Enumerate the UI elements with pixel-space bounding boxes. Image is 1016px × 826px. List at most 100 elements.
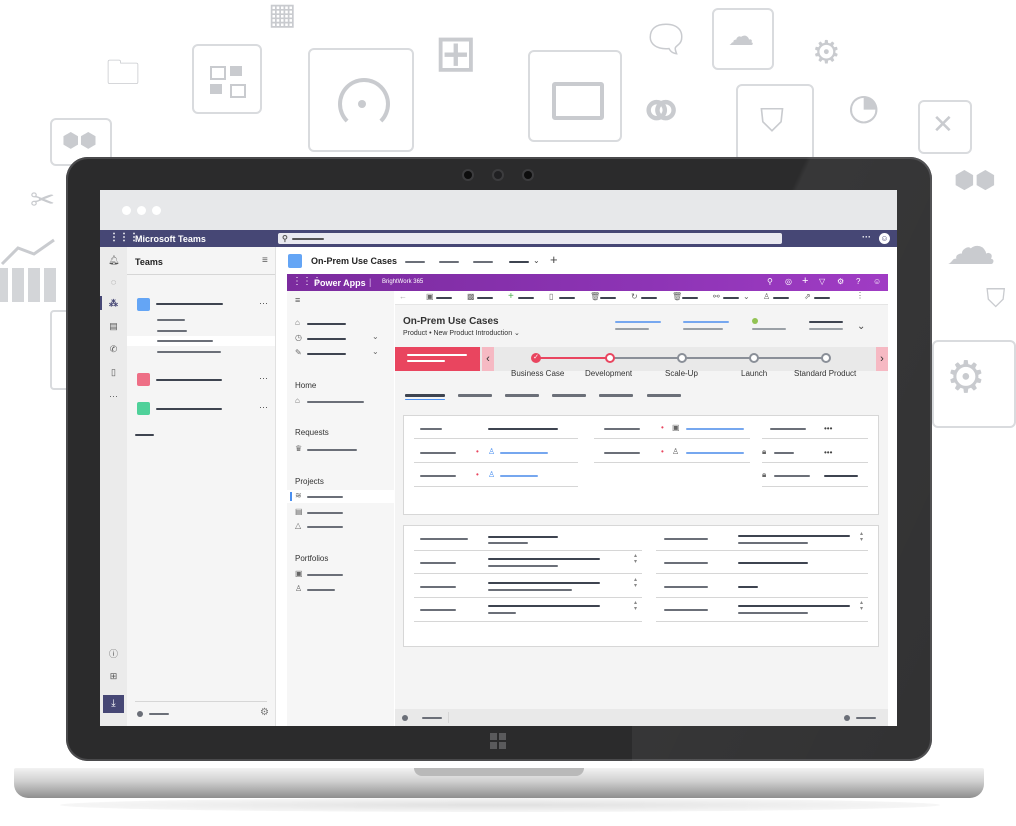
text-area-line[interactable] xyxy=(488,565,558,567)
toolbar-button-label[interactable] xyxy=(773,297,789,299)
form-tab[interactable] xyxy=(647,394,681,397)
bell-icon[interactable]: 🔔︎ xyxy=(108,255,119,266)
document-icon[interactable]: ▯ xyxy=(549,293,553,301)
save-button-label[interactable] xyxy=(436,297,452,299)
help-icon[interactable]: ⓘ xyxy=(108,649,119,660)
avatar-icon[interactable]: ☺ xyxy=(879,233,890,244)
field-value[interactable] xyxy=(738,586,758,588)
nav-item[interactable] xyxy=(307,526,343,528)
calls-icon[interactable]: ✆ xyxy=(108,344,119,355)
toolbar-button-label[interactable] xyxy=(559,297,575,299)
gear-icon[interactable]: ⚙ xyxy=(260,707,269,718)
flow-icon[interactable]: ⚯ xyxy=(713,293,720,301)
chevron-down-icon[interactable]: ⌄ xyxy=(514,330,520,337)
chevron-down-icon[interactable]: ⌄ xyxy=(372,333,379,341)
plus-icon[interactable]: + xyxy=(802,275,808,287)
form-tab-active[interactable] xyxy=(405,394,445,397)
more-apps-icon[interactable]: ··· xyxy=(108,391,119,402)
text-area-line[interactable] xyxy=(738,605,850,607)
more-vertical-icon[interactable]: ⋮ xyxy=(856,292,864,300)
window-dot-3[interactable] xyxy=(152,206,161,215)
channel-item[interactable] xyxy=(157,351,221,353)
chevron-down-icon[interactable]: ⌄ xyxy=(533,256,540,265)
search-input[interactable]: ⚲ xyxy=(278,233,782,244)
channel-tab-active[interactable] xyxy=(509,261,529,263)
more-icon[interactable]: ··· xyxy=(259,402,268,412)
stage-scale-up[interactable] xyxy=(677,353,687,363)
person-icon[interactable]: ♙ xyxy=(763,293,770,301)
text-area-line[interactable] xyxy=(738,535,850,537)
text-area-line[interactable] xyxy=(488,612,516,614)
text-area-line[interactable] xyxy=(488,536,558,538)
chevron-down-icon[interactable]: ⌄ xyxy=(743,293,750,301)
gear-icon[interactable]: ⚙ xyxy=(837,277,844,286)
plus-icon[interactable]: + xyxy=(508,292,514,302)
more-icon[interactable]: ··· xyxy=(862,232,871,242)
channel-tab[interactable] xyxy=(405,261,425,263)
text-area-line[interactable] xyxy=(488,589,572,591)
scroll-spinner[interactable]: ▴ ▾ xyxy=(634,553,637,565)
header-field-value[interactable] xyxy=(615,321,661,323)
toolbar-button-label[interactable] xyxy=(477,297,493,299)
channel-item[interactable] xyxy=(157,319,185,321)
text-area-line[interactable] xyxy=(488,605,600,607)
stage-business-case[interactable]: ✓ xyxy=(531,353,541,363)
nav-item[interactable] xyxy=(307,589,335,591)
lookup-value[interactable] xyxy=(686,452,744,454)
save-close-icon[interactable]: ▩ xyxy=(467,293,475,301)
nav-item[interactable] xyxy=(307,512,343,514)
window-dot-1[interactable] xyxy=(122,206,131,215)
chevron-down-icon[interactable]: ⌄ xyxy=(372,348,379,356)
chevron-left-icon[interactable]: ‹ xyxy=(482,347,494,371)
nav-item[interactable] xyxy=(307,574,343,576)
chat-icon[interactable]: ◌ xyxy=(108,277,119,288)
form-tab[interactable] xyxy=(505,394,539,397)
search-icon[interactable]: ⚲ xyxy=(767,277,773,286)
form-selector[interactable]: New Product Introduction xyxy=(433,330,512,337)
files-icon[interactable]: ▯ xyxy=(108,367,119,378)
channel-item[interactable] xyxy=(157,330,187,332)
nav-item[interactable] xyxy=(307,449,357,451)
text-area-line[interactable] xyxy=(488,542,528,544)
stage-development[interactable] xyxy=(605,353,615,363)
form-tab[interactable] xyxy=(599,394,633,397)
plus-icon[interactable]: + xyxy=(550,252,558,267)
chevron-down-icon[interactable]: ⌄ xyxy=(857,321,865,332)
toolbar-button-label[interactable] xyxy=(641,297,657,299)
download-icon[interactable]: ⤓ xyxy=(103,695,124,713)
form-tab[interactable] xyxy=(458,394,492,397)
scroll-spinner[interactable]: ▴ ▾ xyxy=(634,577,637,589)
nav-item[interactable] xyxy=(307,323,346,325)
process-flow-active-block[interactable] xyxy=(395,347,480,371)
back-icon[interactable]: ← xyxy=(399,293,407,301)
text-area-line[interactable] xyxy=(738,542,808,544)
teams-icon[interactable]: ⁂ xyxy=(108,298,119,309)
channel-item[interactable] xyxy=(157,340,213,342)
lookup-value[interactable] xyxy=(686,428,744,430)
save-icon[interactable]: ▣ xyxy=(426,293,434,301)
header-field-value[interactable] xyxy=(683,321,729,323)
toolbar-button-label[interactable] xyxy=(814,297,830,299)
nav-item[interactable] xyxy=(307,338,346,340)
menu-icon[interactable]: ≡ xyxy=(295,295,300,305)
stage-standard-product[interactable] xyxy=(821,353,831,363)
window-dot-2[interactable] xyxy=(137,206,146,215)
form-tab[interactable] xyxy=(552,394,586,397)
lookup-value[interactable] xyxy=(500,452,548,454)
more-icon[interactable]: ··· xyxy=(259,373,268,383)
delete-icon[interactable]: 🗑︎ xyxy=(590,293,600,301)
share-icon[interactable]: ⇗ xyxy=(804,293,811,301)
join-team-link[interactable] xyxy=(135,434,154,436)
channel-tab[interactable] xyxy=(473,261,493,263)
nav-item[interactable] xyxy=(307,401,364,403)
calendar-icon[interactable]: ▤ xyxy=(108,321,119,332)
new-button-label[interactable] xyxy=(518,297,534,299)
target-icon[interactable]: ◎ xyxy=(785,277,792,286)
stage-launch[interactable] xyxy=(749,353,759,363)
scroll-spinner[interactable]: ▴ ▾ xyxy=(860,600,863,612)
scroll-spinner[interactable]: ▴ ▾ xyxy=(634,600,637,612)
scroll-spinner[interactable]: ▴ ▾ xyxy=(860,531,863,543)
channel-tab[interactable] xyxy=(439,261,459,263)
toolbar-button-label[interactable] xyxy=(723,297,739,299)
chevron-right-icon[interactable]: › xyxy=(876,347,888,371)
